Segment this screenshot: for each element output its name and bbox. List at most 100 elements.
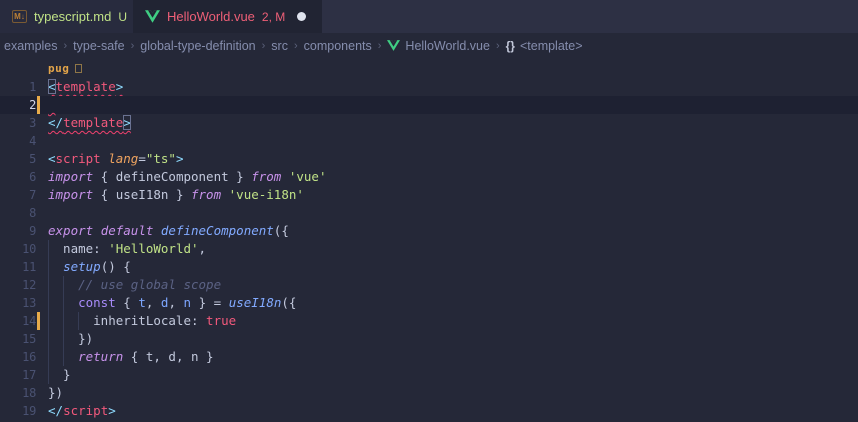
code-line[interactable]: 19 </script> [0, 402, 858, 420]
breadcrumb-separator-icon: › [262, 40, 266, 52]
line-number[interactable]: 6 [0, 168, 36, 186]
code-token: t [138, 295, 146, 310]
code-token: ({ [274, 223, 289, 238]
line-number[interactable]: 11 [0, 258, 36, 276]
breadcrumb-item[interactable]: src [271, 39, 288, 53]
code-line[interactable]: 17 } [0, 366, 858, 384]
tab-helloworld-vue[interactable]: HelloWorld.vue 2, M [133, 0, 322, 33]
code-token: > [176, 151, 184, 166]
line-number[interactable]: 1 [0, 78, 36, 96]
code-line[interactable]: 8 [0, 204, 858, 222]
code-token: = [138, 151, 146, 166]
code-token [281, 169, 289, 184]
line-number[interactable]: 2 [0, 96, 36, 114]
breadcrumb-item[interactable]: type-safe [73, 39, 124, 53]
code-line[interactable]: 1 <template> [0, 78, 858, 96]
code-token: { defineComponent } [93, 169, 251, 184]
breadcrumb-label: components [304, 39, 372, 53]
code-token: defineComponent [161, 223, 274, 238]
line-content: }) [48, 384, 63, 402]
code-line[interactable]: 4 [0, 132, 858, 150]
code-line[interactable]: 13 const { t, d, n } = useI18n({ [0, 294, 858, 312]
breadcrumb-item[interactable]: components [304, 39, 372, 53]
code-editor[interactable]: pug 1<template>2 3</template>45<script l… [0, 58, 858, 422]
code-token [153, 223, 161, 238]
tab-label: HelloWorld.vue [167, 9, 255, 24]
line-content: } [48, 366, 71, 384]
code-token [48, 277, 78, 292]
code-token: // use global scope [78, 277, 221, 292]
line-number[interactable]: 4 [0, 132, 36, 150]
code-token: name: [48, 241, 108, 256]
dirty-indicator-dot[interactable] [297, 12, 306, 21]
code-line[interactable]: 10 name: 'HelloWorld', [0, 240, 858, 258]
breadcrumb-item[interactable]: {}<template> [506, 39, 583, 53]
breadcrumb-item[interactable]: HelloWorld.vue [387, 39, 490, 53]
code-token: 'vue' [289, 169, 327, 184]
git-status-badge: U [118, 10, 127, 24]
breadcrumb-label: HelloWorld.vue [405, 39, 490, 53]
template-lang-chip[interactable]: pug [48, 62, 69, 75]
code-line[interactable]: 14 inheritLocale: true [0, 312, 858, 330]
code-line[interactable]: 7 import { useI18n } from 'vue-i18n' [0, 186, 858, 204]
code-line[interactable]: 2 [0, 96, 858, 114]
line-content: import { useI18n } from 'vue-i18n' [48, 186, 304, 204]
breadcrumb-separator-icon: › [496, 40, 500, 52]
code-token [221, 187, 229, 202]
breadcrumb-item[interactable]: global-type-definition [140, 39, 255, 53]
code-token: export [48, 223, 93, 238]
line-number[interactable]: 14 [0, 312, 36, 330]
line-content: <template> [48, 78, 123, 96]
line-content: setup() { [48, 258, 131, 276]
breadcrumb-separator-icon: › [64, 40, 68, 52]
line-content: </script> [48, 402, 116, 420]
line-number[interactable]: 9 [0, 222, 36, 240]
vscode-window: M↓ typescript.md U HelloWorld.vue 2, M e… [0, 0, 858, 422]
vue-logo-icon [387, 40, 400, 51]
symbol-braces-icon: {} [506, 39, 515, 53]
line-content: return { t, d, n } [48, 348, 214, 366]
code-token: return [78, 349, 123, 364]
code-line[interactable]: 11 setup() { [0, 258, 858, 276]
line-number[interactable]: 15 [0, 330, 36, 348]
breadcrumb-separator-icon: › [378, 40, 382, 52]
code-line[interactable]: 12 // use global scope [0, 276, 858, 294]
code-token: import [48, 169, 93, 184]
code-line[interactable]: 5<script lang="ts"> [0, 150, 858, 168]
code-token: script [56, 151, 101, 166]
code-line[interactable]: 16 return { t, d, n } [0, 348, 858, 366]
line-number[interactable]: 5 [0, 150, 36, 168]
line-number[interactable]: 10 [0, 240, 36, 258]
code-token: default [101, 223, 154, 238]
line-number[interactable]: 19 [0, 402, 36, 420]
line-number[interactable]: 7 [0, 186, 36, 204]
code-token [48, 295, 78, 310]
code-token: useI18n [229, 295, 282, 310]
code-line[interactable]: 9 export default defineComponent({ [0, 222, 858, 240]
problems-git-badge: 2, M [262, 10, 285, 24]
code-line[interactable]: 6import { defineComponent } from 'vue' [0, 168, 858, 186]
code-token: lang [108, 151, 138, 166]
tab-typescript-md[interactable]: M↓ typescript.md U [0, 0, 133, 33]
code-line[interactable]: 3</template> [0, 114, 858, 132]
code-token: ({ [281, 295, 296, 310]
line-number[interactable]: 3 [0, 114, 36, 132]
line-number[interactable]: 17 [0, 366, 36, 384]
breadcrumb-label: type-safe [73, 39, 124, 53]
line-content: inheritLocale: true [48, 312, 236, 330]
tab-label: typescript.md [34, 9, 111, 24]
code-token [48, 349, 78, 364]
line-number[interactable]: 13 [0, 294, 36, 312]
line-number[interactable]: 16 [0, 348, 36, 366]
code-token: n [184, 295, 192, 310]
breadcrumb-separator-icon: › [294, 40, 298, 52]
breadcrumb-item[interactable]: examples [4, 39, 58, 53]
code-token: < [48, 79, 56, 94]
line-number[interactable]: 12 [0, 276, 36, 294]
line-number[interactable]: 8 [0, 204, 36, 222]
vue-logo-icon [145, 10, 160, 23]
line-number[interactable]: 18 [0, 384, 36, 402]
code-line[interactable]: 15 }) [0, 330, 858, 348]
code-line[interactable]: 18}) [0, 384, 858, 402]
breadcrumb-separator-icon: › [131, 40, 135, 52]
